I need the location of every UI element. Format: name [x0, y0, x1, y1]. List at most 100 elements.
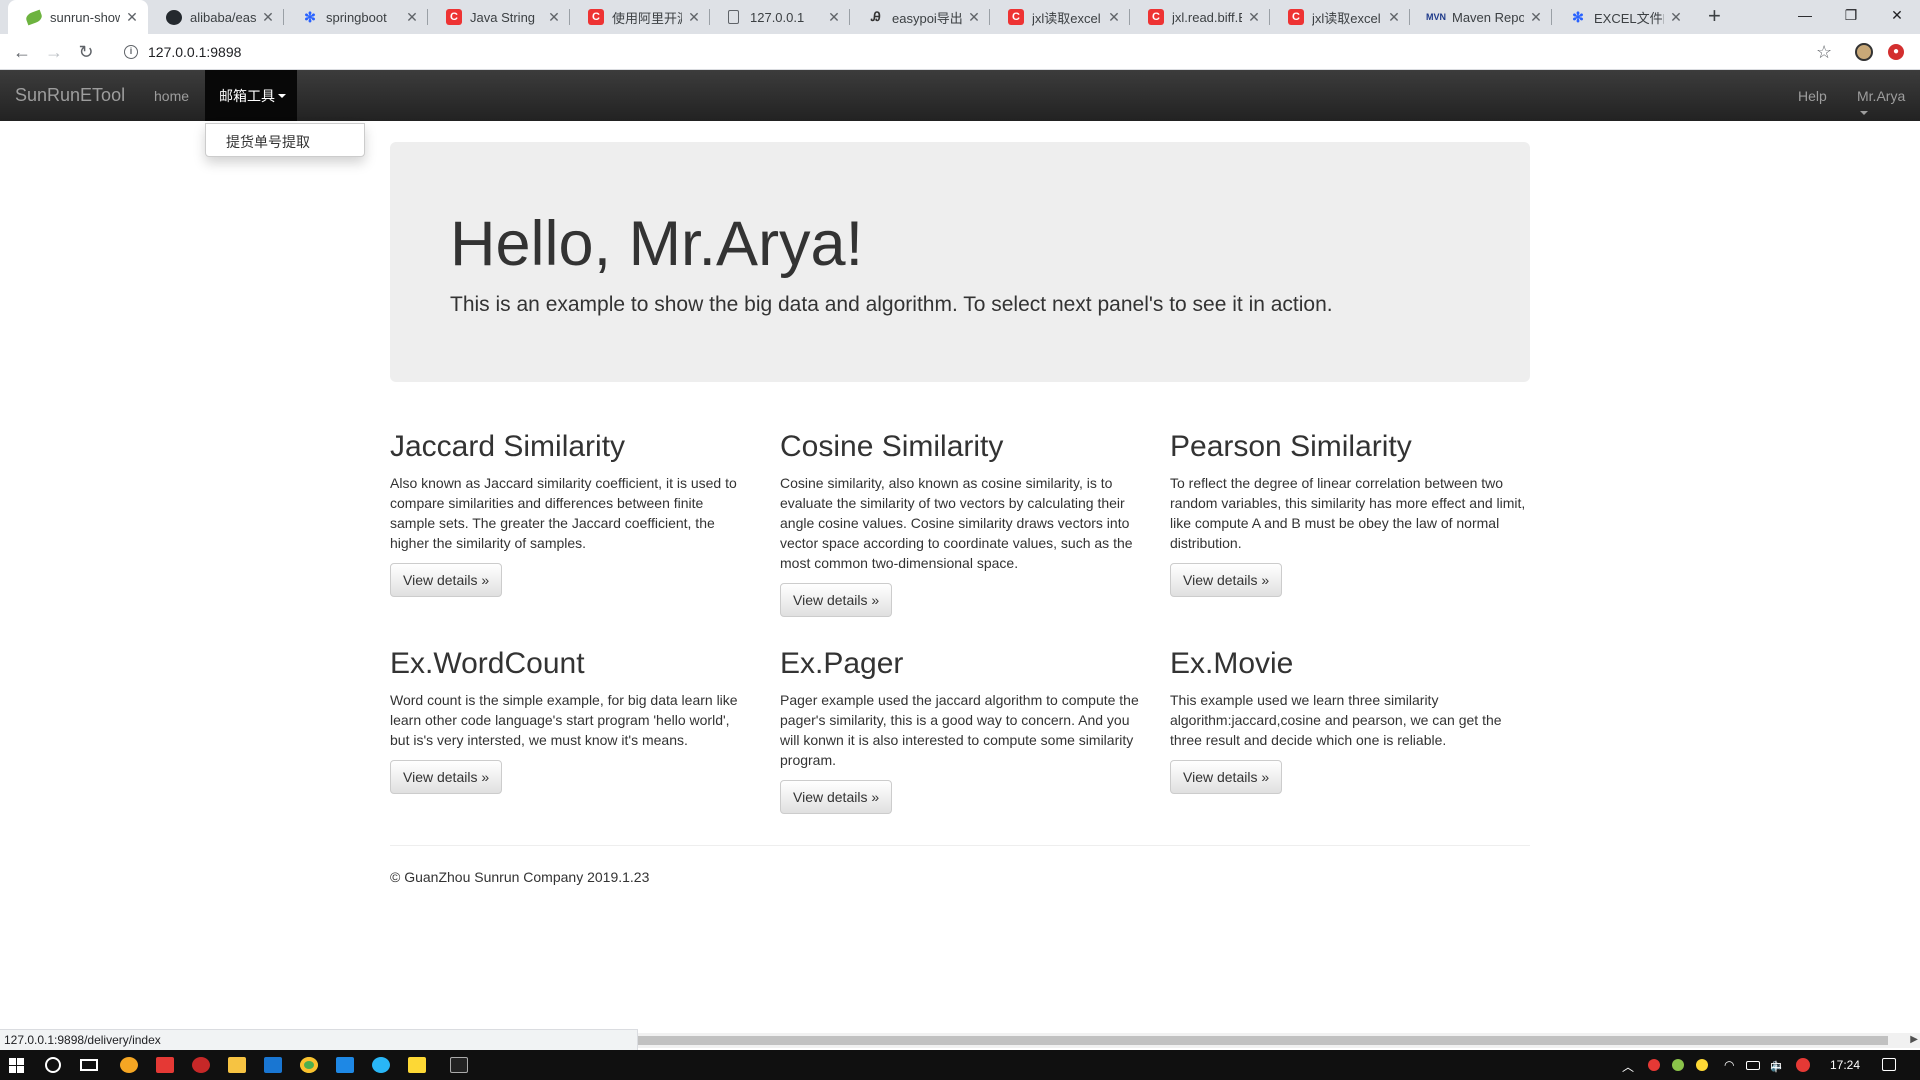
greeting-heading: Hello, Mr.Arya!	[450, 209, 864, 279]
browser-tab[interactable]: MVN Maven Repo ✕	[1410, 0, 1552, 34]
browser-tab[interactable]: Ꭿ easypoi导出 ✕	[850, 0, 990, 34]
feature-text: Also known as Jaccard similarity coeffic…	[390, 475, 737, 551]
browser-tab[interactable]: C jxl读取excel ✕	[990, 0, 1130, 34]
nav-home[interactable]: home	[154, 88, 189, 104]
csdn-icon: C	[1288, 9, 1304, 25]
bookmark-star-icon[interactable]: ☆	[1816, 42, 1832, 63]
jianshu-icon: Ꭿ	[871, 9, 881, 24]
close-icon[interactable]: ✕	[124, 9, 140, 26]
address-bar[interactable]: i	[118, 38, 1538, 66]
close-icon[interactable]: ✕	[404, 9, 420, 26]
footer-text: © GuanZhou Sunrun Company 2019.1.23	[390, 869, 650, 885]
clock[interactable]: 17:24	[1830, 1058, 1860, 1072]
horizontal-scrollbar[interactable]: ▶	[638, 1033, 1920, 1048]
tab-title: springboot	[326, 9, 387, 25]
tab-title: Maven Repo	[1452, 9, 1524, 25]
feature-text: This example used we learn three similar…	[1170, 692, 1502, 748]
search-icon[interactable]	[45, 1057, 61, 1073]
task-view-icon[interactable]	[80, 1059, 98, 1071]
notepad-icon[interactable]	[408, 1057, 426, 1073]
site-navbar: SunRunETool home 邮箱工具 Help Mr.Arya	[0, 70, 1920, 121]
close-icon[interactable]: ✕	[546, 9, 562, 26]
document-icon	[728, 10, 739, 24]
view-details-button[interactable]: View details »	[390, 760, 503, 794]
sogou-ime-icon[interactable]	[1796, 1058, 1810, 1072]
view-details-button[interactable]: View details »	[1170, 563, 1283, 597]
taskbar-app-icon[interactable]	[120, 1057, 138, 1073]
close-window-button[interactable]: ✕	[1874, 0, 1920, 30]
close-icon[interactable]: ✕	[260, 9, 276, 26]
caret-down-icon	[1860, 111, 1868, 116]
close-icon[interactable]: ✕	[1246, 9, 1262, 26]
browser-tab[interactable]: C jxl读取excel ✕	[1270, 0, 1410, 34]
wifi-icon[interactable]: ◠	[1724, 1058, 1734, 1072]
close-icon[interactable]: ✕	[1528, 9, 1544, 26]
browser-tab[interactable]: ✻ springboot ✕	[284, 0, 428, 34]
browser-tab[interactable]: sunrun-show ✕	[8, 0, 148, 34]
close-icon[interactable]: ✕	[966, 9, 982, 26]
extension-adblock-icon[interactable]: ●	[1888, 44, 1904, 60]
scroll-right-icon[interactable]: ▶	[1910, 1034, 1918, 1045]
nav-user-dropdown[interactable]: Mr.Arya	[1857, 88, 1920, 120]
nav-mail-tools-label: 邮箱工具	[219, 87, 275, 104]
file-explorer-icon[interactable]	[228, 1057, 246, 1073]
feature-title: Ex.Movie	[1170, 647, 1294, 680]
close-icon[interactable]: ✕	[686, 9, 702, 26]
tab-title: EXCEL文件的	[1594, 10, 1664, 26]
info-icon[interactable]: i	[124, 45, 138, 59]
view-details-button[interactable]: View details »	[780, 583, 893, 617]
vscode-icon[interactable]	[264, 1057, 282, 1073]
view-details-button[interactable]: View details »	[780, 780, 893, 814]
tray-app-icon[interactable]	[1648, 1059, 1660, 1071]
nav-help[interactable]: Help	[1798, 88, 1827, 104]
tab-title: jxl读取excel	[1032, 10, 1101, 26]
tab-title: 使用阿里开源	[612, 10, 682, 26]
tab-title: Java String	[470, 9, 536, 25]
footer-divider	[390, 845, 1530, 846]
forward-button[interactable]: →	[44, 42, 64, 62]
view-details-button[interactable]: View details »	[390, 563, 503, 597]
tab-title: jxl读取excel	[1312, 10, 1381, 26]
battery-icon[interactable]	[1746, 1061, 1760, 1070]
browser-tab[interactable]: 127.0.0.1 ✕	[710, 0, 850, 34]
browser-tab[interactable]: C jxl.read.biff.B ✕	[1130, 0, 1270, 34]
windows-start-icon[interactable]	[9, 1058, 24, 1073]
tray-app-icon[interactable]	[1672, 1059, 1684, 1071]
tray-chevron-icon[interactable]: ︿	[1622, 1058, 1634, 1075]
menu-item-delivery-extract[interactable]: 提货单号提取	[226, 134, 310, 150]
ime-indicator[interactable]: 中	[1770, 1058, 1782, 1075]
notification-icon[interactable]	[1882, 1058, 1896, 1071]
browser-tab[interactable]: C 使用阿里开源 ✕	[570, 0, 710, 34]
view-details-button[interactable]: View details »	[1170, 760, 1283, 794]
caret-down-icon	[278, 93, 286, 98]
browser-tab[interactable]: alibaba/easy ✕	[148, 0, 284, 34]
close-icon[interactable]: ✕	[1668, 9, 1684, 26]
browser-tab[interactable]: ✻ EXCEL文件的 ✕	[1552, 0, 1692, 34]
url-input[interactable]	[148, 44, 748, 60]
close-icon[interactable]: ✕	[1106, 9, 1122, 26]
restore-button[interactable]: ❐	[1828, 0, 1874, 30]
taskbar-app-icon[interactable]	[192, 1057, 210, 1073]
taskbar-app-icon[interactable]	[156, 1057, 174, 1073]
reload-button[interactable]: ↻	[76, 42, 96, 62]
extension-avatar-icon[interactable]	[1855, 43, 1873, 61]
brand-link[interactable]: SunRunETool	[15, 85, 125, 106]
nav-user-label: Mr.Arya	[1857, 88, 1906, 104]
new-tab-button[interactable]: +	[1708, 5, 1721, 27]
chrome-icon[interactable]	[300, 1057, 318, 1073]
browser-tab[interactable]: C Java String ✕	[428, 0, 570, 34]
close-icon[interactable]: ✕	[826, 9, 842, 26]
tab-title: alibaba/easy	[190, 9, 256, 25]
tray-app-icon[interactable]	[1696, 1059, 1708, 1071]
scrollbar-thumb[interactable]	[638, 1036, 1888, 1045]
close-icon[interactable]: ✕	[1386, 9, 1402, 26]
taskbar-app-icon[interactable]	[336, 1057, 354, 1073]
nav-mail-tools-dropdown[interactable]: 邮箱工具	[205, 70, 297, 121]
ie-icon[interactable]	[372, 1057, 390, 1073]
cmd-icon[interactable]	[450, 1057, 468, 1073]
feature-pager: Ex.Pager Pager example used the jaccard …	[780, 647, 1140, 814]
minimize-button[interactable]: —	[1782, 0, 1828, 30]
back-button[interactable]: ←	[12, 42, 32, 62]
feature-text: Pager example used the jaccard algorithm…	[780, 692, 1139, 768]
csdn-icon: C	[446, 9, 462, 25]
